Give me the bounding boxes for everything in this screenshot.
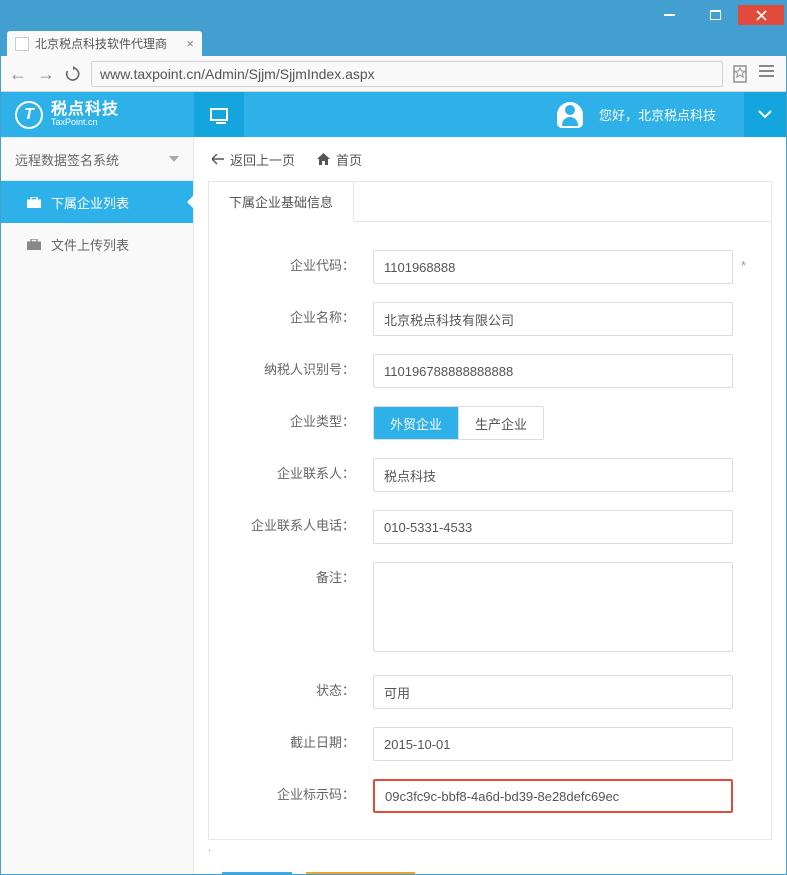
breadcrumb-home[interactable]: 首页 bbox=[317, 150, 362, 169]
nav-reload-button[interactable] bbox=[65, 66, 81, 82]
toolbar-right bbox=[733, 65, 778, 83]
browser-tab[interactable]: 北京税点科技软件代理商 × bbox=[7, 31, 202, 56]
header-dashboard-button[interactable] bbox=[194, 92, 244, 137]
row-contact: 企业联系人： bbox=[233, 458, 747, 492]
breadcrumb-home-label: 首页 bbox=[336, 150, 362, 169]
label-type: 企业类型： bbox=[233, 406, 373, 438]
browser-tab-strip: 北京税点科技软件代理商 × bbox=[1, 29, 786, 56]
window-maximize-button[interactable] bbox=[692, 5, 738, 25]
type-button-group: 外贸企业 生产企业 bbox=[373, 406, 544, 440]
panel: 下属企业基础信息 企业代码： * 企业名称： bbox=[208, 181, 772, 840]
label-contact: 企业联系人： bbox=[233, 458, 373, 490]
window-close-button[interactable] bbox=[738, 5, 784, 25]
breadcrumb: 返回上一页 首页 bbox=[194, 137, 786, 181]
logo[interactable]: T 税点科技 TaxPoint.cn bbox=[1, 92, 194, 137]
input-idcode[interactable] bbox=[373, 779, 733, 813]
browser-window: 北京税点科技软件代理商 × ← → www.taxpoint.cn/Admin/… bbox=[0, 0, 787, 875]
row-name: 企业名称： bbox=[233, 302, 747, 336]
required-mark: * bbox=[733, 250, 746, 282]
row-deadline: 截止日期： bbox=[233, 727, 747, 761]
header-right: 您好，北京税点科技 bbox=[557, 92, 786, 137]
panel-tabs: 下属企业基础信息 bbox=[209, 182, 771, 222]
home-icon bbox=[317, 153, 330, 165]
browser-toolbar: ← → www.taxpoint.cn/Admin/Sjjm/SjjmIndex… bbox=[1, 56, 786, 92]
input-name[interactable] bbox=[373, 302, 733, 336]
logo-mark-icon: T bbox=[15, 101, 43, 129]
tab-close-button[interactable]: × bbox=[186, 36, 194, 51]
sidebar-item-label: 文件上传列表 bbox=[51, 235, 129, 254]
reload-icon bbox=[65, 66, 81, 82]
input-deadline[interactable] bbox=[373, 727, 733, 761]
app-root: T 税点科技 TaxPoint.cn 您好，北京税点科技 远程数据签名 bbox=[1, 92, 786, 874]
sidebar-group[interactable]: 远程数据签名系统 bbox=[1, 137, 193, 181]
logo-text-main: 税点科技 bbox=[51, 101, 119, 119]
menu-icon[interactable] bbox=[759, 65, 774, 83]
close-icon bbox=[756, 10, 767, 21]
input-status[interactable] bbox=[373, 675, 733, 709]
sidebar-group-label: 远程数据签名系统 bbox=[15, 150, 119, 169]
form: 企业代码： * 企业名称： 纳税人识别号： bbox=[209, 222, 771, 839]
input-code[interactable] bbox=[373, 250, 733, 284]
label-taxid: 纳税人识别号： bbox=[233, 354, 373, 386]
chevron-down-icon bbox=[758, 110, 772, 119]
nav-forward-button[interactable]: → bbox=[37, 65, 55, 83]
minimize-icon bbox=[664, 14, 675, 16]
maximize-icon bbox=[710, 10, 721, 20]
greeting-text: 您好，北京税点科技 bbox=[599, 105, 716, 124]
row-status: 状态： bbox=[233, 675, 747, 709]
input-phone[interactable] bbox=[373, 510, 733, 544]
save-button[interactable]: 保存 bbox=[222, 872, 292, 874]
panel-wrap: 下属企业基础信息 企业代码： * 企业名称： bbox=[194, 181, 786, 874]
tab-label: 下属企业基础信息 bbox=[229, 192, 333, 211]
row-idcode: 企业标示码： bbox=[233, 779, 747, 813]
label-name: 企业名称： bbox=[233, 302, 373, 334]
briefcase-icon bbox=[27, 239, 41, 250]
label-remark: 备注： bbox=[233, 562, 373, 594]
app-header: T 税点科技 TaxPoint.cn 您好，北京税点科技 bbox=[1, 92, 786, 137]
label-idcode: 企业标示码： bbox=[233, 779, 373, 811]
tab-basic-info[interactable]: 下属企业基础信息 bbox=[209, 182, 354, 222]
row-type: 企业类型： 外贸企业 生产企业 bbox=[233, 406, 747, 440]
label-status: 状态： bbox=[233, 675, 373, 707]
footer-dot: . bbox=[208, 840, 772, 854]
address-bar[interactable]: www.taxpoint.cn/Admin/Sjjm/SjjmIndex.asp… bbox=[91, 61, 723, 87]
address-url: www.taxpoint.cn/Admin/Sjjm/SjjmIndex.asp… bbox=[100, 66, 375, 82]
input-contact[interactable] bbox=[373, 458, 733, 492]
row-taxid: 纳税人识别号： bbox=[233, 354, 747, 388]
input-remark[interactable] bbox=[373, 562, 733, 652]
breadcrumb-back[interactable]: 返回上一页 bbox=[212, 150, 295, 169]
row-code: 企业代码： * bbox=[233, 250, 747, 284]
sidebar: 远程数据签名系统 下属企业列表 文件上传列表 bbox=[1, 137, 194, 874]
sidebar-item-enterprises[interactable]: 下属企业列表 bbox=[1, 181, 193, 223]
window-titlebar bbox=[1, 1, 786, 29]
type-option-production[interactable]: 生产企业 bbox=[458, 407, 543, 439]
type-option-trade[interactable]: 外贸企业 bbox=[374, 407, 458, 439]
row-phone: 企业联系人电话： bbox=[233, 510, 747, 544]
input-taxid[interactable] bbox=[373, 354, 733, 388]
logo-text-sub: TaxPoint.cn bbox=[51, 118, 119, 128]
main: 返回上一页 首页 下属企业基础信息 bbox=[194, 137, 786, 874]
bookmark-icon[interactable] bbox=[733, 65, 747, 83]
favicon-icon bbox=[15, 37, 29, 51]
window-minimize-button[interactable] bbox=[646, 5, 692, 25]
back-arrow-icon bbox=[212, 154, 224, 165]
row-remark: 备注： bbox=[233, 562, 747, 657]
back-button[interactable]: 返回上一页 bbox=[306, 872, 415, 874]
briefcase-icon bbox=[27, 197, 41, 208]
user-avatar-icon bbox=[557, 102, 583, 128]
monitor-icon bbox=[210, 108, 228, 121]
sidebar-item-uploads[interactable]: 文件上传列表 bbox=[1, 223, 193, 265]
breadcrumb-back-label: 返回上一页 bbox=[230, 150, 295, 169]
user-menu-toggle[interactable] bbox=[744, 92, 786, 137]
label-phone: 企业联系人电话： bbox=[233, 510, 373, 542]
form-actions: 保存 返回上一页 bbox=[208, 854, 772, 874]
app-body: 远程数据签名系统 下属企业列表 文件上传列表 返回上一页 bbox=[1, 137, 786, 874]
sidebar-item-label: 下属企业列表 bbox=[51, 193, 129, 212]
chevron-down-icon bbox=[169, 156, 179, 162]
tab-title: 北京税点科技软件代理商 bbox=[35, 35, 167, 52]
label-deadline: 截止日期： bbox=[233, 727, 373, 759]
label-code: 企业代码： bbox=[233, 250, 373, 282]
nav-back-button[interactable]: ← bbox=[9, 65, 27, 83]
